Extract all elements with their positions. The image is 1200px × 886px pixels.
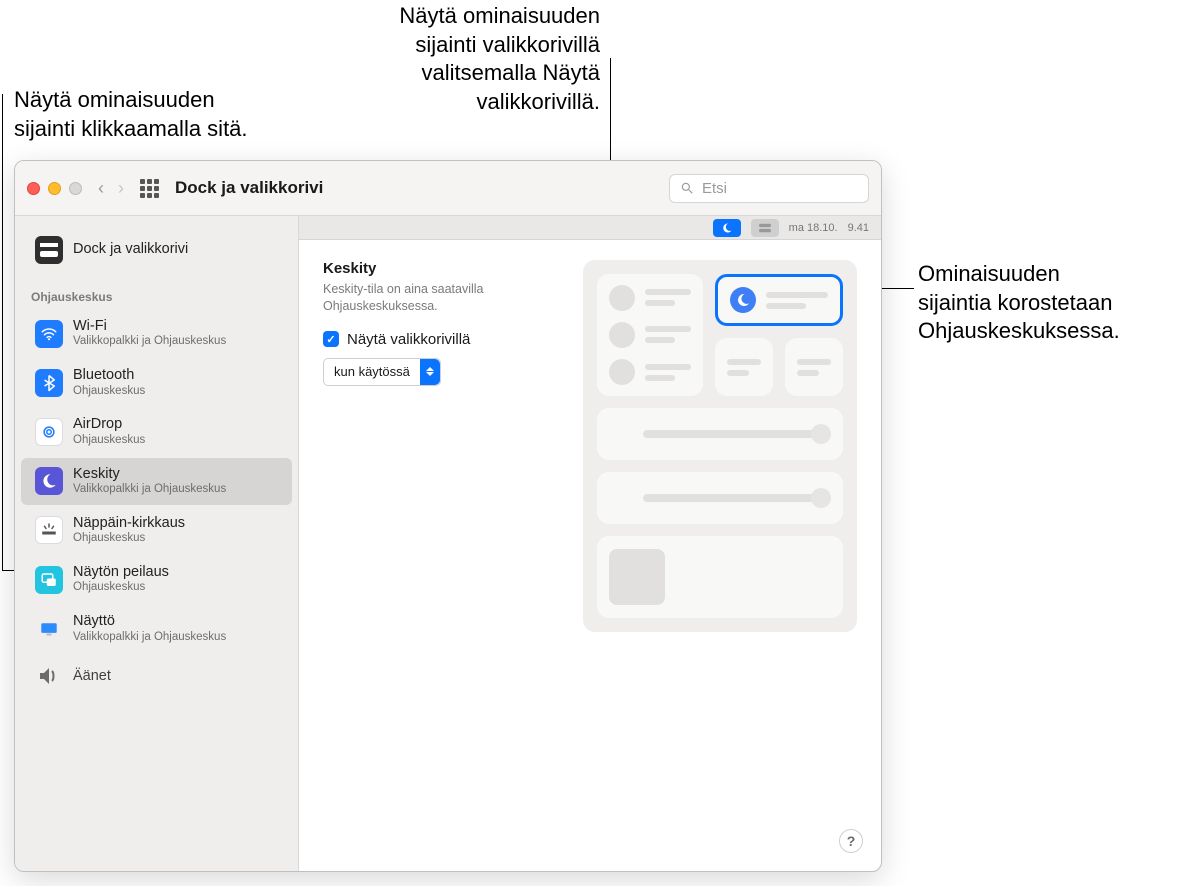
sidebar: Dock ja valikkorivi Ohjauskeskus Wi-Fi V…	[15, 216, 299, 871]
sidebar-item-sound[interactable]: Äänet	[21, 654, 292, 698]
sound-icon	[35, 662, 63, 690]
menubar-focus-pill[interactable]	[713, 219, 741, 237]
window-title: Dock ja valikkorivi	[175, 178, 323, 198]
show-all-icon[interactable]	[140, 179, 159, 198]
nav-arrows: ‹ ›	[98, 178, 124, 199]
moon-icon	[35, 467, 63, 495]
dropdown-value: kun käytössä	[324, 360, 420, 383]
sidebar-item-label: Bluetooth	[73, 367, 145, 384]
screen-mirroring-icon	[35, 566, 63, 594]
menubar-controlcenter-pill[interactable]	[751, 219, 779, 237]
window-controls	[27, 182, 82, 195]
callout-control-center-highlight: Ominaisuudensijaintia korostetaanOhjausk…	[918, 260, 1120, 346]
search-field[interactable]: Etsi	[669, 174, 869, 203]
switches-icon	[759, 223, 771, 233]
show-in-menubar-label: Näytä valikkorivillä	[347, 331, 470, 348]
cc-focus-tile-highlighted[interactable]	[715, 274, 843, 326]
cc-slider-placeholder	[597, 408, 843, 460]
show-condition-dropdown[interactable]: kun käytössä	[323, 358, 441, 386]
sidebar-section-header: Ohjauskeskus	[15, 280, 298, 308]
sidebar-item-label: Wi-Fi	[73, 318, 226, 335]
sidebar-item-dock-menubar[interactable]: Dock ja valikkorivi	[21, 228, 292, 272]
titlebar: ‹ › Dock ja valikkorivi Etsi	[15, 161, 881, 216]
sidebar-item-label: Keskity	[73, 466, 226, 483]
wifi-icon	[35, 320, 63, 348]
sidebar-item-label: Näppäin-kirkkaus	[73, 515, 185, 532]
menubar-date: ma 18.10.	[789, 222, 838, 234]
cc-tile-placeholder	[597, 274, 703, 396]
cc-slider-placeholder	[597, 472, 843, 524]
sidebar-item-sublabel: Valikkopalkki ja Ohjauskeskus	[73, 483, 226, 497]
search-icon	[680, 181, 694, 195]
help-button[interactable]: ?	[839, 829, 863, 853]
sidebar-item-label: Dock ja valikkorivi	[73, 241, 188, 258]
moon-icon	[730, 287, 756, 313]
sidebar-item-bluetooth[interactable]: Bluetooth Ohjauskeskus	[21, 359, 292, 406]
main-pane: ma 18.10. 9.41 Keskity Keskity-tila on a…	[299, 216, 881, 871]
sidebar-item-label: Näyttö	[73, 613, 226, 630]
search-placeholder: Etsi	[702, 180, 727, 197]
menubar-preview: ma 18.10. 9.41	[299, 216, 881, 240]
callout-line	[878, 288, 914, 289]
zoom-button[interactable]	[69, 182, 82, 195]
bluetooth-icon	[35, 369, 63, 397]
sidebar-item-sublabel: Ohjauskeskus	[73, 532, 185, 546]
sidebar-item-screen-mirroring[interactable]: Näytön peilaus Ohjauskeskus	[21, 556, 292, 603]
dock-icon	[35, 236, 63, 264]
control-center-preview	[583, 260, 857, 632]
menubar-time: 9.41	[848, 222, 869, 234]
callout-line	[610, 58, 611, 162]
preferences-window: ‹ › Dock ja valikkorivi Etsi Dock ja val…	[14, 160, 882, 872]
sidebar-item-focus[interactable]: Keskity Valikkopalkki ja Ohjauskeskus	[21, 458, 292, 505]
sidebar-item-display[interactable]: Näyttö Valikkopalkki ja Ohjauskeskus	[21, 605, 292, 652]
display-icon	[35, 615, 63, 643]
sidebar-item-sublabel: Ohjauskeskus	[73, 434, 145, 448]
settings-pane: Keskity Keskity-tila on aina saatavilla …	[299, 240, 881, 652]
content-area: Dock ja valikkorivi Ohjauskeskus Wi-Fi V…	[15, 216, 881, 871]
sidebar-item-airdrop[interactable]: AirDrop Ohjauskeskus	[21, 408, 292, 455]
pane-description: Keskity-tila on aina saatavilla Ohjauske…	[323, 281, 553, 315]
keyboard-brightness-icon	[35, 516, 63, 544]
show-in-menubar-checkbox[interactable]: ✓	[323, 331, 339, 347]
minimize-button[interactable]	[48, 182, 61, 195]
chevron-updown-icon	[420, 359, 440, 385]
callout-click-sidebar: Näytä ominaisuudensijainti klikkaamalla …	[14, 86, 248, 143]
airdrop-icon	[35, 418, 63, 446]
moon-icon	[721, 222, 733, 234]
sidebar-item-sublabel: Valikkopalkki ja Ohjauskeskus	[73, 335, 226, 349]
sidebar-item-sublabel: Ohjauskeskus	[73, 581, 169, 595]
callout-line	[2, 94, 3, 570]
sidebar-item-label: Äänet	[73, 668, 111, 685]
callout-menubar-option: Näytä ominaisuudensijainti valikkorivill…	[380, 2, 600, 116]
nav-forward-button[interactable]: ›	[118, 178, 124, 199]
close-button[interactable]	[27, 182, 40, 195]
sidebar-item-wifi[interactable]: Wi-Fi Valikkopalkki ja Ohjauskeskus	[21, 310, 292, 357]
pane-title: Keskity	[323, 260, 553, 277]
sidebar-item-keyboard-brightness[interactable]: Näppäin-kirkkaus Ohjauskeskus	[21, 507, 292, 554]
sidebar-item-label: AirDrop	[73, 416, 145, 433]
sidebar-item-label: Näytön peilaus	[73, 564, 169, 581]
sidebar-item-sublabel: Valikkopalkki ja Ohjauskeskus	[73, 631, 226, 645]
sidebar-item-sublabel: Ohjauskeskus	[73, 385, 145, 399]
cc-tile-placeholder	[715, 338, 773, 396]
nav-back-button[interactable]: ‹	[98, 178, 104, 199]
cc-tile-placeholder	[785, 338, 843, 396]
cc-media-placeholder	[597, 536, 843, 618]
